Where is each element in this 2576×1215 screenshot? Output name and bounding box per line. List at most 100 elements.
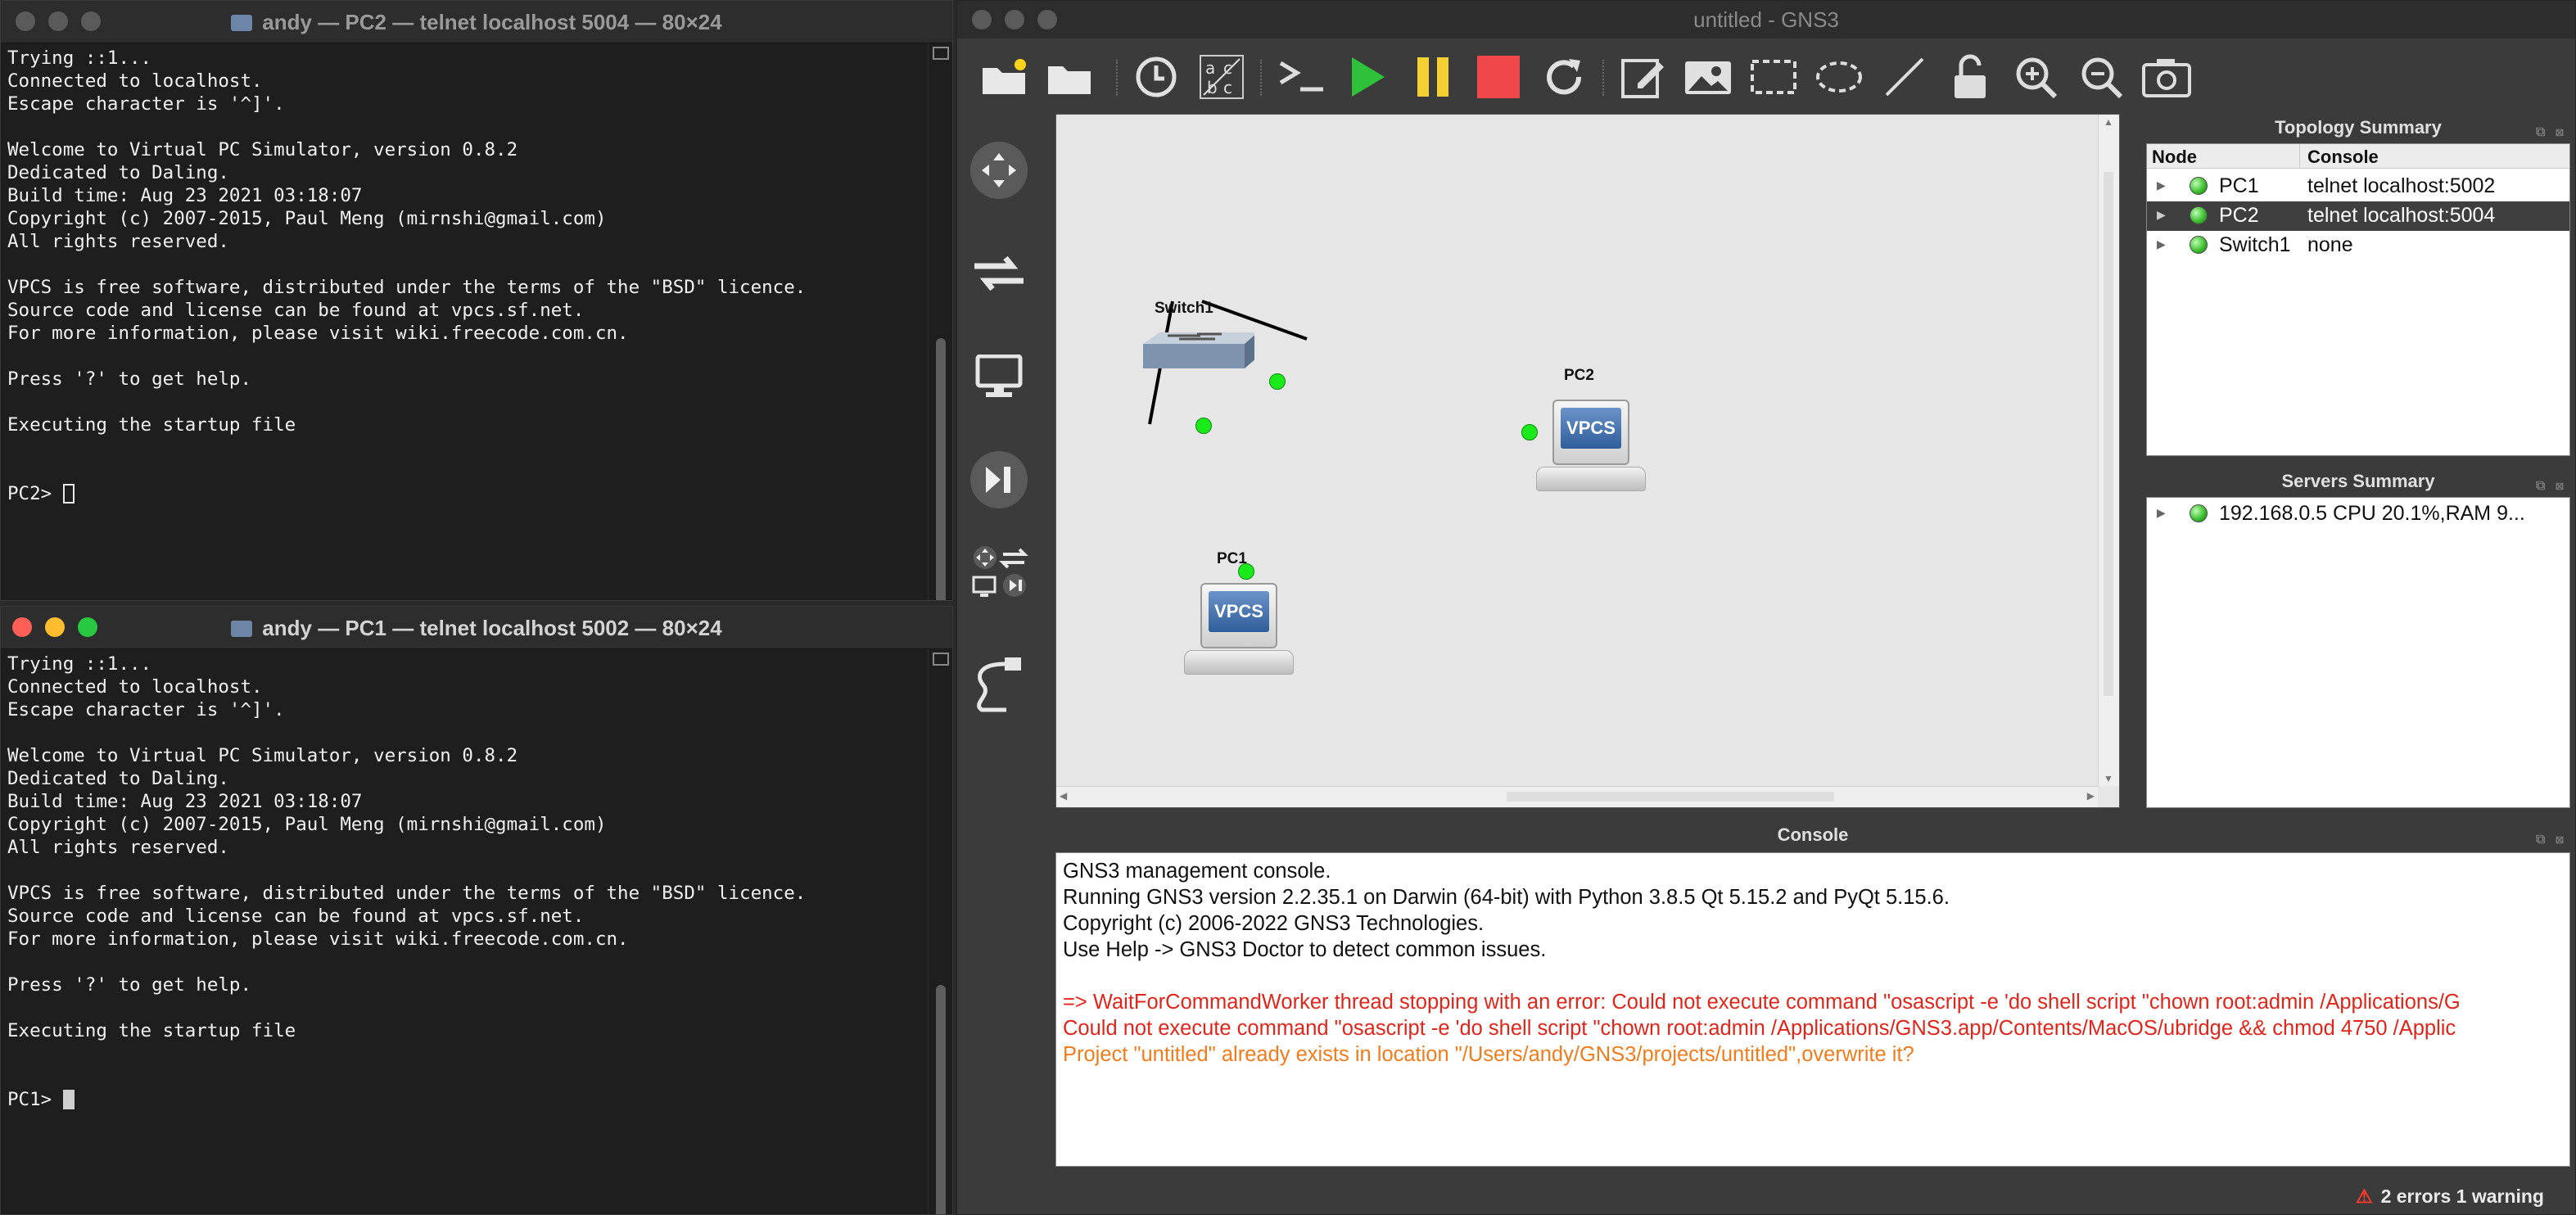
- terminal-scrollbar[interactable]: [928, 43, 952, 600]
- draw-rectangle-icon[interactable]: [1747, 50, 1801, 104]
- scrollbar-thumb[interactable]: [936, 338, 946, 600]
- zoom-button[interactable]: [1037, 10, 1057, 29]
- pc1-node[interactable]: VPCS: [1184, 583, 1294, 681]
- terminal-line: Copyright (c) 2007-2015, Paul Meng (mirn…: [7, 208, 607, 229]
- security-devices-icon[interactable]: [970, 451, 1028, 508]
- pc2-node[interactable]: VPCS: [1536, 400, 1646, 498]
- topology-tree[interactable]: Node Console ▶ PC1 telnet localhost:5002…: [2146, 143, 2570, 456]
- add-link-icon[interactable]: [970, 656, 1028, 713]
- insert-picture-icon[interactable]: [1681, 50, 1735, 104]
- terminal-line: Escape character is '^]'.: [7, 699, 285, 720]
- expand-arrow-icon[interactable]: ▶: [2157, 208, 2166, 222]
- zoom-out-icon[interactable]: [2074, 50, 2128, 104]
- expand-arrow-icon[interactable]: ▶: [2157, 237, 2166, 251]
- link-status-dot: [1269, 373, 1286, 390]
- all-devices-icon[interactable]: [970, 543, 1029, 602]
- panel-float-close-icon[interactable]: ⧉ ⊠: [2536, 828, 2567, 852]
- canvas-horizontal-scrollbar[interactable]: ◀ ▶: [1056, 786, 2098, 807]
- panel-title: Servers Summary: [2281, 471, 2435, 491]
- expand-arrow-icon[interactable]: ▶: [2157, 506, 2166, 520]
- terminal-title: andy — PC1 — telnet localhost 5002 — 80×…: [262, 616, 722, 640]
- device-types-panel: [965, 117, 1029, 739]
- text-cursor: [62, 484, 75, 504]
- panel-float-close-icon[interactable]: ⧉ ⊠: [2536, 120, 2567, 145]
- open-project-icon[interactable]: [1042, 50, 1096, 104]
- status-errors-text: 2 errors 1 warning: [2380, 1186, 2544, 1207]
- draw-line-icon[interactable]: [1878, 50, 1932, 104]
- new-project-icon[interactable]: [977, 50, 1031, 104]
- screenshot-icon[interactable]: [2140, 50, 2194, 104]
- snapshot-icon[interactable]: [1129, 50, 1183, 104]
- switch1-node[interactable]: [1132, 329, 1258, 386]
- routers-icon[interactable]: [970, 142, 1028, 199]
- terminal-line: Trying ::1...: [7, 47, 152, 69]
- terminal-line: Press '?' to get help.: [7, 974, 252, 996]
- stop-all-icon[interactable]: [1471, 50, 1525, 104]
- terminal-line: For more information, please visit wiki.…: [7, 323, 629, 344]
- topology-canvas[interactable]: Switch1 PC2 VPCS PC1 VPCS ▲ ▼ ◀ ▶: [1055, 114, 2120, 808]
- terminal-scrollbar[interactable]: [928, 649, 952, 1214]
- start-all-icon[interactable]: [1340, 50, 1394, 104]
- minimize-button[interactable]: [1005, 10, 1024, 29]
- gns3-titlebar[interactable]: untitled - GNS3: [957, 1, 2575, 38]
- terminal-output[interactable]: Trying ::1... Connected to localhost. Esca…: [7, 47, 924, 600]
- split-pane-icon[interactable]: [933, 47, 949, 60]
- status-led-icon: [2190, 504, 2208, 522]
- expand-arrow-icon[interactable]: ▶: [2157, 178, 2166, 192]
- console-output[interactable]: GNS3 management console. Running GNS3 ver…: [1055, 852, 2570, 1167]
- text-cursor: [62, 1090, 75, 1109]
- add-note-icon[interactable]: [1616, 50, 1670, 104]
- pc2-label[interactable]: PC2: [1564, 367, 1594, 385]
- terminal-line: Source code and license can be found at …: [7, 906, 585, 927]
- end-devices-icon[interactable]: [970, 348, 1028, 405]
- terminal-prompt[interactable]: PC2>: [7, 482, 924, 505]
- console-line: Use Help -> GNS3 Doctor to detect common…: [1063, 938, 1547, 961]
- split-pane-icon[interactable]: [933, 653, 949, 666]
- terminal-titlebar[interactable]: andy — PC2 — telnet localhost 5004 — 80×…: [1, 1, 952, 43]
- warning-triangle-icon: ⚠: [2355, 1186, 2373, 1207]
- status-led-icon: [2190, 236, 2208, 254]
- panel-float-close-icon[interactable]: ⧉ ⊠: [2536, 474, 2567, 499]
- tree-row-pc2[interactable]: ▶ PC2 telnet localhost:5004: [2147, 201, 2569, 231]
- servers-tree[interactable]: ▶ 192.168.0.5 CPU 20.1%,RAM 9...: [2146, 497, 2570, 808]
- pc1-label[interactable]: PC1: [1217, 550, 1247, 568]
- gns3-window[interactable]: untitled - GNS3 acbc: [956, 0, 2576, 1215]
- console-panel: Console ⧉ ⊠ GNS3 management console. Runni…: [1055, 823, 2570, 1208]
- zoom-in-icon[interactable]: [2009, 50, 2063, 104]
- reload-all-icon[interactable]: [1537, 50, 1591, 104]
- lock-icon[interactable]: [1943, 50, 1997, 104]
- terminal-line: VPCS is free software, distributed under…: [7, 277, 807, 298]
- terminal-line: Connected to localhost.: [7, 70, 263, 92]
- tree-row-switch1[interactable]: ▶ Switch1 none: [2147, 231, 2569, 260]
- draw-ellipse-icon[interactable]: [1812, 50, 1866, 104]
- pause-all-icon[interactable]: [1406, 50, 1460, 104]
- console-error-line: => WaitForCommandWorker thread stopping …: [1063, 991, 2461, 1014]
- scrollbar-thumb[interactable]: [936, 985, 946, 1214]
- terminal-line: Copyright (c) 2007-2015, Paul Meng (mirn…: [7, 814, 607, 835]
- terminal-output[interactable]: Trying ::1... Connected to localhost. Esca…: [7, 653, 924, 1214]
- console-all-icon[interactable]: [1275, 50, 1329, 104]
- console-line: Running GNS3 version 2.2.35.1 on Darwin …: [1063, 886, 1950, 909]
- server-row[interactable]: ▶ 192.168.0.5 CPU 20.1%,RAM 9...: [2147, 499, 2569, 529]
- close-button[interactable]: [972, 10, 992, 29]
- status-bar[interactable]: ⚠ 2 errors 1 warning: [2356, 1186, 2544, 1208]
- terminal-line: VPCS is free software, distributed under…: [7, 883, 807, 904]
- terminal-window-pc2[interactable]: andy — PC2 — telnet localhost 5004 — 80×…: [0, 0, 953, 601]
- canvas-vertical-scrollbar[interactable]: ▲ ▼: [2098, 115, 2119, 786]
- show-labels-icon[interactable]: acbc: [1195, 50, 1249, 104]
- column-header-node[interactable]: Node: [2152, 147, 2197, 168]
- tree-row-pc1[interactable]: ▶ PC1 telnet localhost:5002: [2147, 172, 2569, 201]
- terminal-titlebar[interactable]: andy — PC1 — telnet localhost 5002 — 80×…: [1, 607, 952, 649]
- terminal-window-pc1[interactable]: andy — PC1 — telnet localhost 5002 — 80×…: [0, 606, 953, 1215]
- terminal-prompt[interactable]: PC1>: [7, 1088, 924, 1111]
- column-header-console[interactable]: Console: [2307, 147, 2379, 168]
- switches-icon[interactable]: [970, 245, 1028, 302]
- switch1-label[interactable]: Switch1: [1155, 300, 1213, 318]
- console-error-line: Could not execute command "osascript -e …: [1063, 1017, 2456, 1040]
